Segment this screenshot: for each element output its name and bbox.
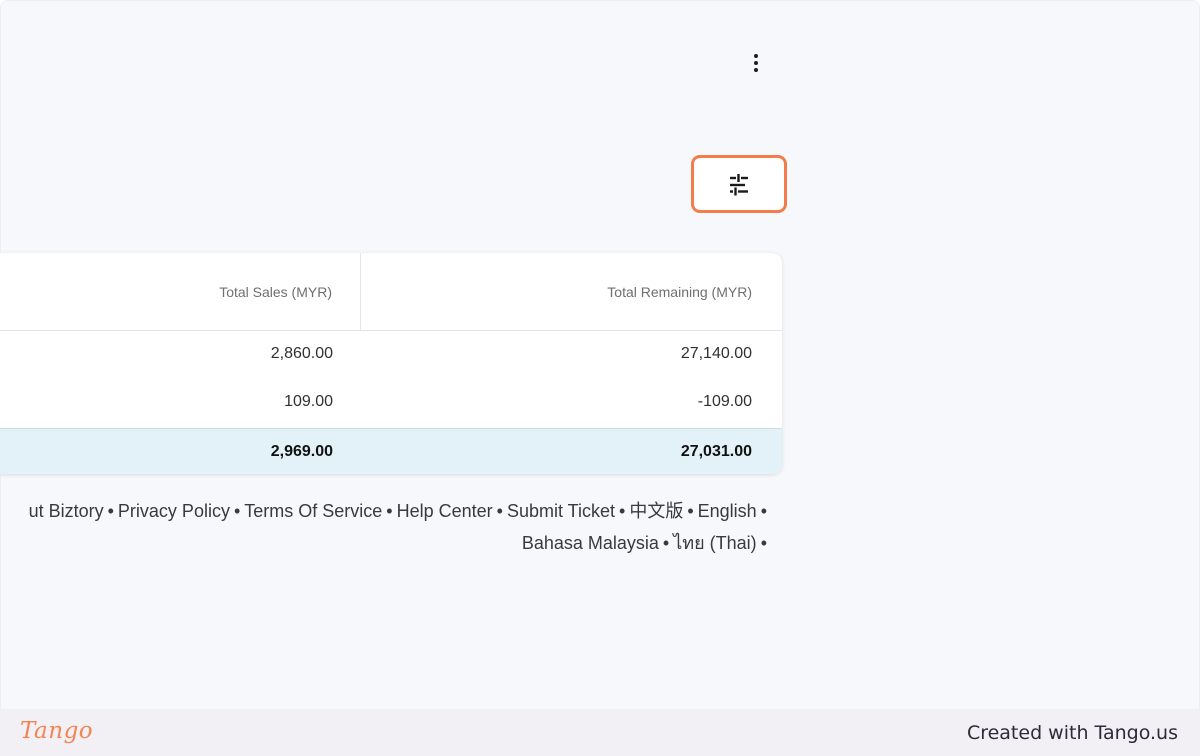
sales-table: Total Sales (MYR) Total Remaining (MYR) … [0, 253, 782, 474]
more-options-button[interactable] [741, 48, 771, 78]
total-remaining-cell: 27,140.00 [680, 345, 752, 362]
total-sales-sum-cell: 2,969.00 [270, 443, 333, 460]
filter-settings-button[interactable] [710, 166, 768, 202]
footer-line-2: Bahasa Malaysia • ไทย (Thai) • [0, 527, 771, 559]
footer-links: ut Biztory • Privacy Policy • Terms Of Servi… [0, 495, 771, 559]
footer-separator: • [107, 501, 114, 521]
footer-link-submit-ticket[interactable]: Submit Ticket [507, 501, 615, 521]
footer-link-about[interactable]: ut Biztory [29, 501, 104, 521]
footer-link-terms-of-service[interactable]: Terms Of Service [244, 501, 382, 521]
app-screen: Total Sales (MYR) Total Remaining (MYR) … [0, 0, 1200, 710]
tango-created-with: Created with Tango.us [966, 722, 1178, 744]
column-header-total-sales[interactable]: Total Sales (MYR) [0, 253, 361, 330]
footer-separator: • [496, 501, 503, 521]
total-remaining-cell: -109.00 [697, 393, 752, 410]
footer-separator: • [233, 501, 241, 521]
tango-logo: Tango [20, 718, 94, 744]
footer-line-1: ut Biztory • Privacy Policy • Terms Of Servi… [0, 495, 771, 527]
more-vertical-icon-dot [754, 68, 758, 72]
footer-link-privacy-policy[interactable]: Privacy Policy [118, 501, 230, 521]
more-vertical-icon [754, 54, 758, 58]
footer-link-help-center[interactable]: Help Center [397, 501, 493, 521]
footer-link-chinese[interactable]: 中文版 [629, 501, 683, 521]
footer-link-bahasa-malaysia[interactable]: Bahasa Malaysia [522, 533, 659, 553]
footer-separator: • [662, 533, 670, 553]
more-vertical-icon-dot [754, 61, 758, 65]
footer-link-english[interactable]: English [698, 501, 757, 521]
table-row: 2,860.00 27,140.00 [0, 330, 782, 378]
total-sales-cell: 109.00 [284, 393, 333, 410]
table-header: Total Sales (MYR) Total Remaining (MYR) [0, 253, 782, 331]
column-header-total-remaining[interactable]: Total Remaining (MYR) [361, 253, 782, 330]
footer-separator: • [687, 501, 694, 521]
step-highlight [691, 155, 787, 213]
total-remaining-sum-cell: 27,031.00 [680, 443, 752, 460]
footer-separator: • [619, 501, 626, 521]
footer-separator: • [386, 501, 393, 521]
table-row: 109.00 -109.00 [0, 378, 782, 426]
total-sales-cell: 2,860.00 [270, 345, 333, 362]
sliders-icon [730, 174, 748, 196]
table-totals-row: 2,969.00 27,031.00 [0, 428, 782, 474]
footer-separator: • [760, 533, 767, 553]
footer-separator: • [760, 501, 767, 521]
footer-link-thai[interactable]: ไทย (Thai) [673, 533, 756, 553]
tango-footer-bar: Tango Created with Tango.us [0, 710, 1200, 756]
